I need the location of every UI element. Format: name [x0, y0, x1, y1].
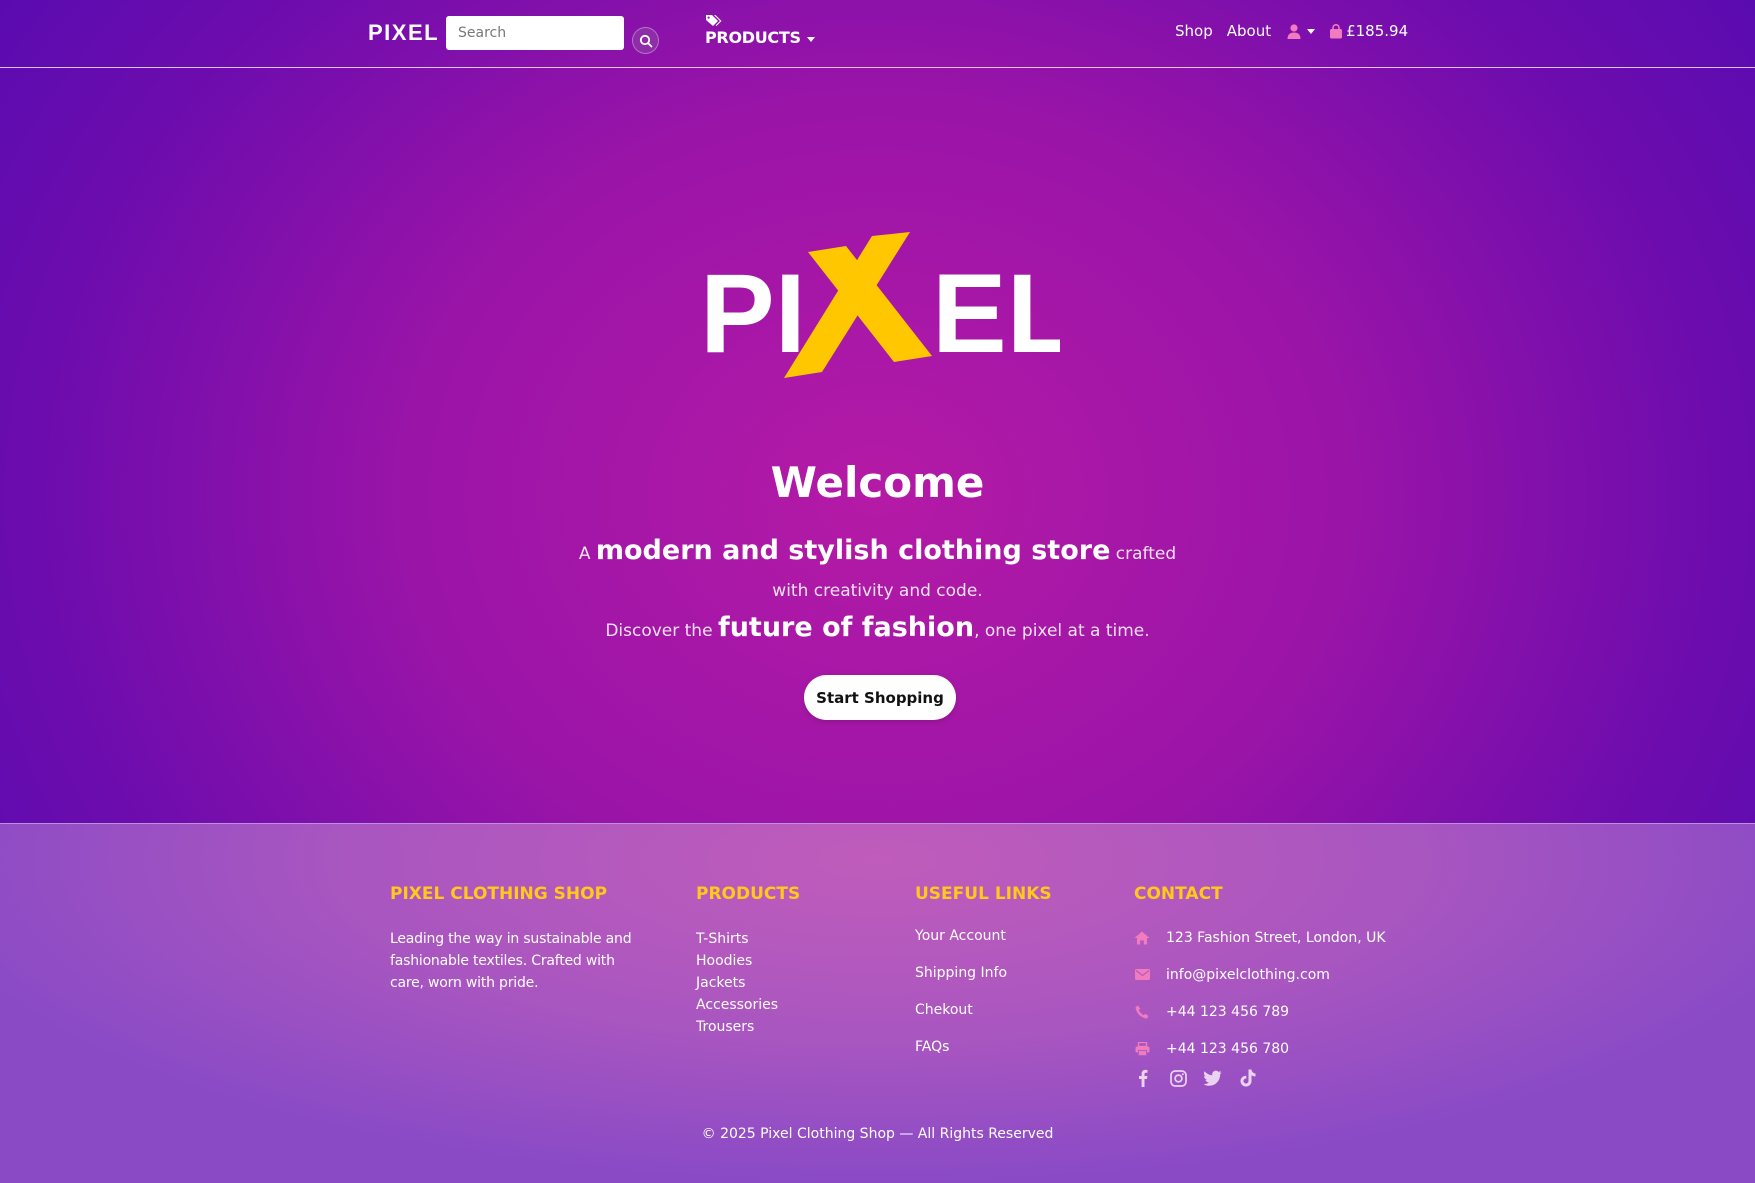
printer-icon: [1135, 1041, 1149, 1056]
search-input[interactable]: [446, 16, 624, 50]
tagline-highlight: modern and stylish clothing store: [595, 535, 1111, 566]
tagline-text: , one pixel at a time.: [974, 621, 1150, 641]
social-links: [1134, 1068, 1386, 1088]
navbar: PIXEL PRODUCTS Shop About: [0, 0, 1755, 68]
svg-text:PI: PI: [700, 251, 806, 376]
footer-col-links: USEFUL LINKS Your Account Shipping Info …: [915, 884, 1052, 1076]
facebook-icon[interactable]: [1134, 1068, 1152, 1088]
nav-link-about[interactable]: About: [1227, 22, 1271, 40]
user-dropdown[interactable]: [1287, 23, 1316, 39]
contact-fax: +44 123 456 780: [1134, 1030, 1386, 1067]
hero-logo: PI EL: [700, 232, 1060, 378]
contact-fax-text: +44 123 456 780: [1166, 1040, 1290, 1057]
footer-product-link[interactable]: Trousers: [696, 1016, 800, 1038]
footer-product-link[interactable]: Hoodies: [696, 950, 800, 972]
footer-product-link[interactable]: Jackets: [696, 972, 800, 994]
tagline-line-3: Discover the future of fashion, one pixe…: [0, 612, 1755, 643]
tagline-text: Discover the: [605, 621, 713, 641]
footer-shop-text: Leading the way in sustainable and fashi…: [390, 931, 632, 991]
contact-phone-text: +44 123 456 789: [1166, 1003, 1290, 1020]
contact-address-text: 123 Fashion Street, London, UK: [1166, 929, 1386, 946]
hero-title: Welcome: [770, 458, 985, 507]
instagram-icon[interactable]: [1169, 1068, 1187, 1088]
tags-icon: [706, 15, 722, 26]
envelope-icon: [1134, 969, 1150, 980]
footer-col-shop: PIXEL CLOTHING SHOP Leading the way in s…: [390, 884, 640, 994]
svg-text:EL: EL: [932, 251, 1060, 376]
tiktok-icon[interactable]: [1239, 1068, 1257, 1088]
footer-useful-link[interactable]: FAQs: [915, 1039, 1052, 1076]
footer-heading: PIXEL CLOTHING SHOP: [390, 884, 608, 904]
contact-email-text: info@pixelclothing.com: [1166, 966, 1330, 983]
search-icon: [639, 34, 652, 47]
footer: PIXEL CLOTHING SHOP Leading the way in s…: [0, 823, 1755, 1183]
contact-email[interactable]: info@pixelclothing.com: [1134, 956, 1386, 993]
copyright: © 2025 Pixel Clothing Shop — All Rights …: [701, 1126, 1054, 1142]
tagline-line-1: A modern and stylish clothing store craf…: [0, 535, 1755, 566]
products-label: PRODUCTS: [705, 28, 801, 47]
footer-useful-link[interactable]: Chekout: [915, 1002, 1052, 1039]
contact-address: 123 Fashion Street, London, UK: [1134, 919, 1386, 956]
shopping-bag-icon: [1330, 23, 1343, 38]
search-button[interactable]: [632, 27, 659, 54]
tagline-text: crafted: [1115, 544, 1177, 564]
contact-phone[interactable]: +44 123 456 789: [1134, 993, 1386, 1030]
twitter-icon[interactable]: [1204, 1068, 1222, 1088]
footer-heading: CONTACT: [1134, 884, 1223, 904]
nav-brand[interactable]: PIXEL: [368, 20, 439, 46]
footer-col-contact: CONTACT 123 Fashion Street, London, UK i…: [1134, 884, 1386, 1088]
tagline-line-2: with creativity and code.: [772, 581, 983, 601]
nav-right: Shop About £185.94: [1175, 22, 1408, 40]
footer-product-link[interactable]: Accessories: [696, 994, 800, 1016]
tagline-text: A: [578, 544, 591, 564]
footer-useful-link[interactable]: Your Account: [915, 928, 1052, 965]
cart-total: £185.94: [1346, 22, 1409, 40]
logo-x-mark: [784, 232, 932, 378]
footer-col-products: PRODUCTS T-Shirts Hoodies Jackets Access…: [696, 884, 800, 1038]
user-icon: [1287, 23, 1301, 39]
footer-product-link[interactable]: T-Shirts: [696, 928, 800, 950]
start-shopping-button[interactable]: Start Shopping: [804, 675, 956, 720]
products-dropdown[interactable]: PRODUCTS: [705, 14, 815, 47]
nav-link-shop[interactable]: Shop: [1175, 22, 1213, 40]
home-icon: [1134, 931, 1150, 944]
phone-icon: [1135, 1005, 1149, 1018]
tagline-highlight: future of fashion: [717, 612, 975, 643]
footer-heading: USEFUL LINKS: [915, 884, 1052, 904]
chevron-down-icon: [806, 37, 815, 42]
cart-button[interactable]: £185.94: [1329, 22, 1408, 40]
chevron-down-icon: [1307, 28, 1316, 34]
footer-heading: PRODUCTS: [696, 884, 801, 904]
footer-useful-link[interactable]: Shipping Info: [915, 965, 1052, 1002]
